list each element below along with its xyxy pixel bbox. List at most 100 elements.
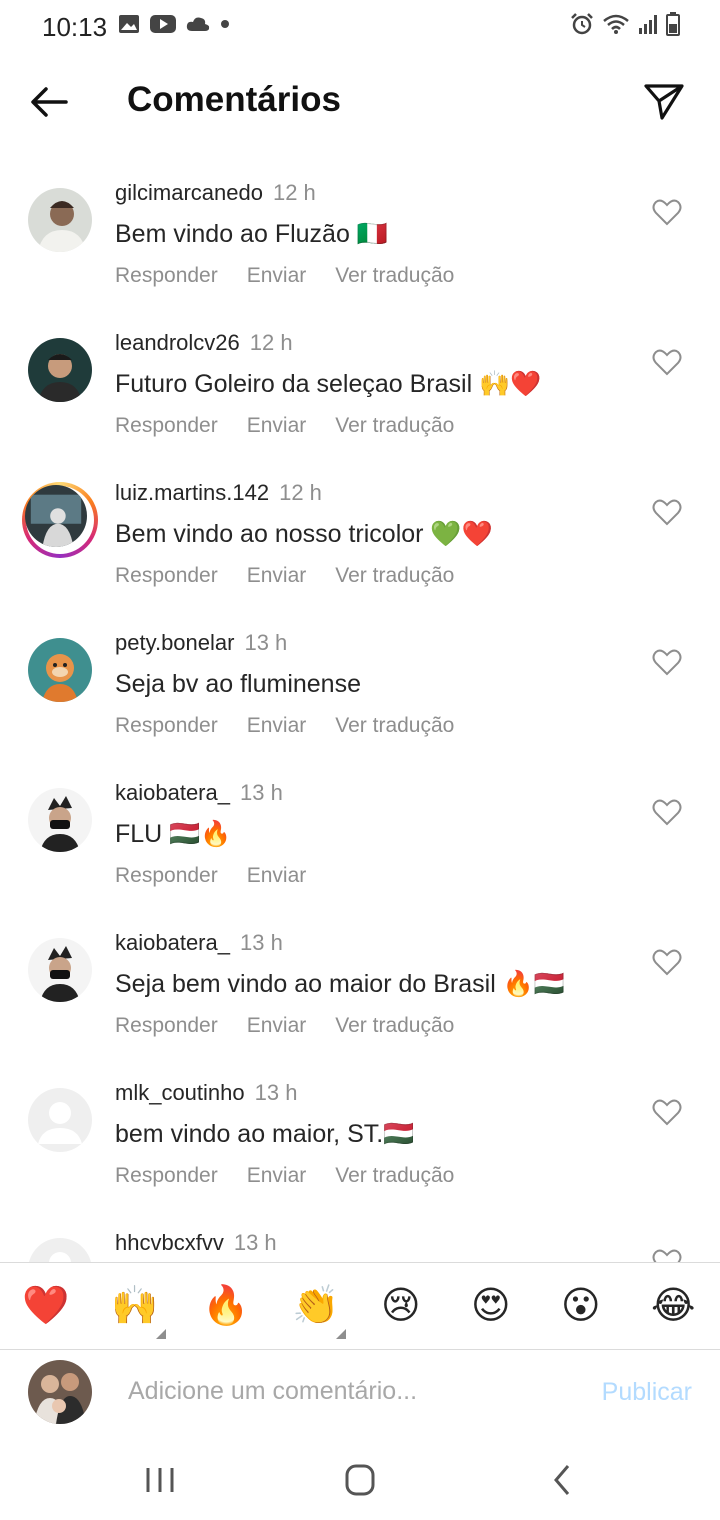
- comment-username[interactable]: hhcvbcxfvv: [115, 1230, 224, 1255]
- comment-time: 13 h: [233, 1230, 277, 1255]
- share-button[interactable]: [640, 78, 688, 126]
- top-bar: Comentários: [0, 60, 720, 144]
- comment-input[interactable]: [126, 1368, 550, 1414]
- comment-text: FLU 🇭🇺🔥: [115, 820, 232, 848]
- comment-text: Bem vindo ao nosso tricolor 💚❤️: [115, 520, 493, 548]
- comment-username[interactable]: mlk_coutinho: [115, 1080, 245, 1105]
- comment-time: 12 h: [249, 330, 293, 355]
- avatar[interactable]: [28, 638, 92, 702]
- youtube-icon: [150, 15, 176, 33]
- heart-icon[interactable]: [652, 198, 682, 226]
- translate-button[interactable]: Ver tradução: [335, 414, 454, 438]
- comment-item: gilcimarcanedo 12 h Bem vindo ao Fluzão 🇮…: [0, 168, 720, 318]
- translate-button[interactable]: Ver tradução: [335, 264, 454, 288]
- reply-button[interactable]: Responder: [115, 264, 218, 288]
- back-button[interactable]: [26, 78, 74, 126]
- comment-username[interactable]: kaiobatera_: [115, 930, 230, 955]
- story-ring[interactable]: [22, 482, 98, 558]
- system-nav-bar: [0, 1440, 720, 1520]
- avatar[interactable]: [28, 938, 92, 1002]
- heart-icon[interactable]: [652, 948, 682, 976]
- cloud-icon: [186, 17, 210, 31]
- emoji-fire[interactable]: 🔥: [202, 1283, 249, 1329]
- wifi-icon: [603, 14, 629, 34]
- alarm-icon: [571, 13, 593, 35]
- comment-time: 13 h: [254, 1080, 298, 1105]
- comment-username[interactable]: gilcimarcanedo: [115, 180, 263, 205]
- comment-username[interactable]: luiz.martins.142: [115, 480, 269, 505]
- translate-button[interactable]: Ver tradução: [335, 714, 454, 738]
- avatar[interactable]: [28, 188, 92, 252]
- comment-time: 13 h: [239, 930, 283, 955]
- comment-list[interactable]: gilcimarcanedo 12 h Bem vindo ao Fluzão 🇮…: [0, 168, 720, 1262]
- comment-time: 12 h: [279, 480, 322, 505]
- comment-text: Seja bem vindo ao maior do Brasil 🔥🇭🇺: [115, 970, 565, 998]
- send-button[interactable]: Enviar: [247, 414, 307, 438]
- comment-item: leandrolcv26 12 h Futuro Goleiro da seleç…: [0, 318, 720, 468]
- emoji-surprised[interactable]: 😮: [561, 1283, 601, 1329]
- emoji-clapping[interactable]: 👏: [292, 1283, 339, 1329]
- comment-item: pety.bonelar 13 h Seja bv ao fluminense R…: [0, 618, 720, 768]
- system-back-button[interactable]: [538, 1458, 588, 1502]
- reply-button[interactable]: Responder: [115, 414, 218, 438]
- emoji-raised-hands[interactable]: 🙌: [111, 1283, 158, 1329]
- emoji-bar: ❤️ 🙌 🔥 👏 😢 😍 😮 😂: [0, 1262, 720, 1350]
- send-button[interactable]: Enviar: [247, 564, 307, 588]
- home-icon: [345, 1464, 375, 1496]
- my-avatar: [28, 1360, 92, 1424]
- emoji-laughing[interactable]: 😂: [651, 1283, 695, 1329]
- avatar[interactable]: [28, 338, 92, 402]
- comment-text: bem vindo ao maior, ST.🇭🇺: [115, 1120, 415, 1148]
- gallery-icon: [119, 15, 139, 33]
- chevron-left-icon: [554, 1465, 570, 1495]
- emoji-heart[interactable]: ❤️: [22, 1283, 69, 1329]
- home-button[interactable]: [335, 1458, 385, 1502]
- emoji-crying[interactable]: 😢: [381, 1283, 421, 1329]
- reply-button[interactable]: Responder: [115, 1014, 218, 1038]
- comment-item: kaiobatera_ 13 h Seja bem vindo ao maior …: [0, 918, 720, 1068]
- heart-icon[interactable]: [652, 348, 682, 376]
- reply-button[interactable]: Responder: [115, 864, 218, 888]
- recent-apps-button[interactable]: [135, 1458, 185, 1502]
- send-button[interactable]: Enviar: [247, 714, 307, 738]
- avatar[interactable]: [28, 788, 92, 852]
- avatar[interactable]: [25, 485, 87, 547]
- page-title: Comentários: [127, 80, 341, 119]
- comment-time: 13 h: [244, 630, 288, 655]
- heart-icon[interactable]: [652, 1098, 682, 1126]
- reply-button[interactable]: Responder: [115, 564, 218, 588]
- translate-button[interactable]: Ver tradução: [335, 1164, 454, 1188]
- translate-button[interactable]: Ver tradução: [335, 564, 454, 588]
- comment-username[interactable]: pety.bonelar: [115, 630, 234, 655]
- comment-text: Bem vindo ao Fluzão 🇮🇹: [115, 220, 388, 248]
- heart-icon[interactable]: [652, 498, 682, 526]
- back-arrow-icon: [31, 87, 68, 117]
- translate-button[interactable]: Ver tradução: [335, 1014, 454, 1038]
- comment-text: Seja bv ao fluminense: [115, 670, 361, 698]
- emoji-heart-eyes[interactable]: 😍: [471, 1283, 511, 1329]
- send-button[interactable]: Enviar: [247, 264, 307, 288]
- comment-username[interactable]: leandrolcv26: [115, 330, 240, 355]
- send-button[interactable]: Enviar: [247, 1164, 307, 1188]
- status-time: 10:13: [42, 12, 108, 42]
- heart-icon[interactable]: [652, 798, 682, 826]
- comment-time: 12 h: [272, 180, 316, 205]
- heart-icon[interactable]: [652, 1248, 682, 1262]
- signal-icon: [639, 15, 657, 34]
- reply-button[interactable]: Responder: [115, 1164, 218, 1188]
- send-button[interactable]: Enviar: [247, 864, 307, 888]
- heart-icon[interactable]: [652, 648, 682, 676]
- reply-button[interactable]: Responder: [115, 714, 218, 738]
- skin-tone-indicator-icon: [336, 1329, 346, 1339]
- comment-username[interactable]: kaiobatera_: [115, 780, 230, 805]
- comment-time: 13 h: [239, 780, 283, 805]
- comment-item: hhcvbcxfvv 13 h: [0, 1218, 720, 1262]
- comment-item: luiz.martins.142 12 h Bem vindo ao nosso …: [0, 468, 720, 618]
- publish-button[interactable]: Publicar: [602, 1378, 692, 1407]
- avatar[interactable]: [28, 1238, 92, 1262]
- avatar[interactable]: [28, 1088, 92, 1152]
- send-button[interactable]: Enviar: [247, 1014, 307, 1038]
- comment-item: kaiobatera_ 13 h FLU 🇭🇺🔥 Responder Enviar: [0, 768, 720, 918]
- paper-plane-icon: [644, 84, 684, 120]
- comment-item: mlk_coutinho 13 h bem vindo ao maior, ST.…: [0, 1068, 720, 1218]
